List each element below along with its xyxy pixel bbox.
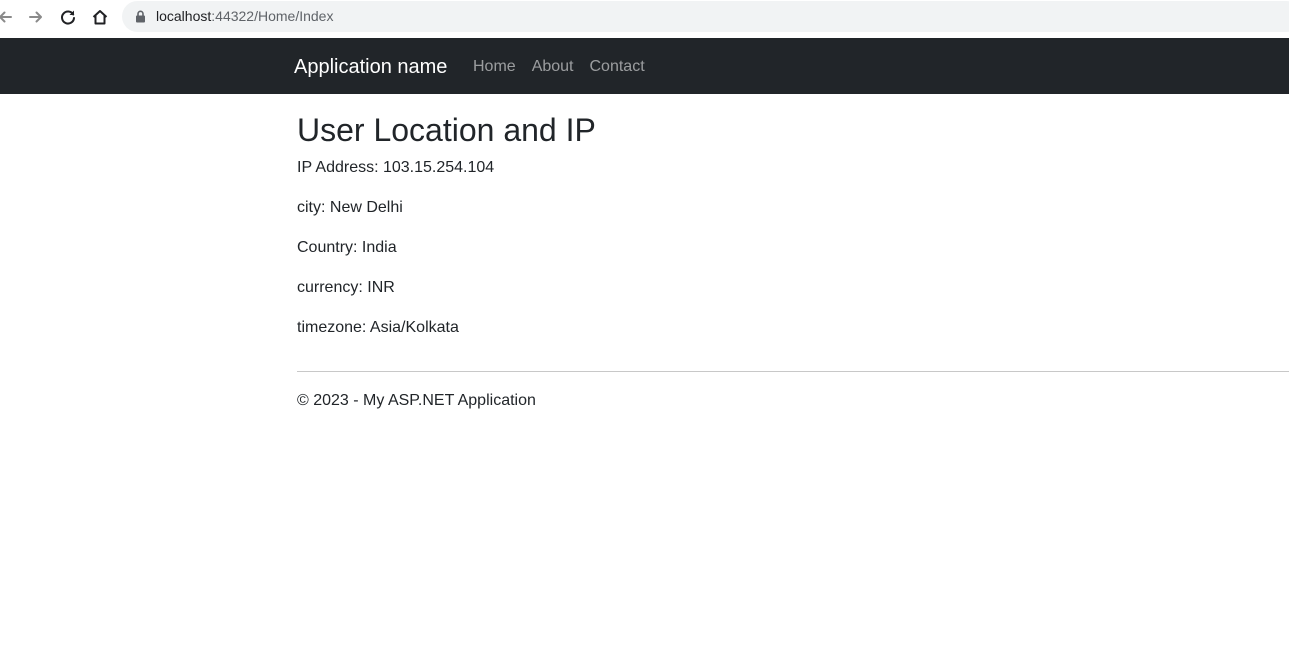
reload-icon <box>61 10 75 25</box>
city-text: city: New Delhi <box>297 199 403 216</box>
nav-link-home[interactable]: Home <box>473 57 516 77</box>
brand-link[interactable]: Application name <box>294 55 447 79</box>
url-host: localhost <box>156 8 212 24</box>
back-arrow-icon <box>0 11 12 23</box>
page-title: User Location and IP <box>297 112 596 148</box>
footer-copyright: © 2023 - My ASP.NET Application <box>297 392 536 409</box>
forward-arrow-icon <box>29 11 42 23</box>
home-button[interactable] <box>87 4 113 30</box>
back-button[interactable] <box>0 4 18 30</box>
lock-icon[interactable] <box>135 10 146 23</box>
nav-links: Home About Contact <box>473 57 645 77</box>
address-bar[interactable]: localhost:44322/Home/Index <box>122 1 1289 32</box>
url-text[interactable]: localhost:44322/Home/Index <box>156 8 333 25</box>
country-text: Country: India <box>297 239 397 256</box>
home-icon <box>92 10 108 25</box>
browser-toolbar: localhost:44322/Home/Index <box>0 0 1289 38</box>
footer-divider <box>297 371 1289 372</box>
reload-button[interactable] <box>55 4 81 30</box>
forward-button[interactable] <box>23 4 49 30</box>
app-navbar: Application name Home About Contact <box>0 38 1289 94</box>
url-path: :44322/Home/Index <box>211 8 334 24</box>
nav-link-about[interactable]: About <box>532 57 574 77</box>
ip-address-text: IP Address: 103.15.254.104 <box>297 159 495 176</box>
nav-link-contact[interactable]: Contact <box>590 57 645 77</box>
timezone-text: timezone: Asia/Kolkata <box>297 319 459 336</box>
currency-text: currency: INR <box>297 279 395 296</box>
main-content: User Location and IP IP Address: 103.15.… <box>297 110 1277 358</box>
